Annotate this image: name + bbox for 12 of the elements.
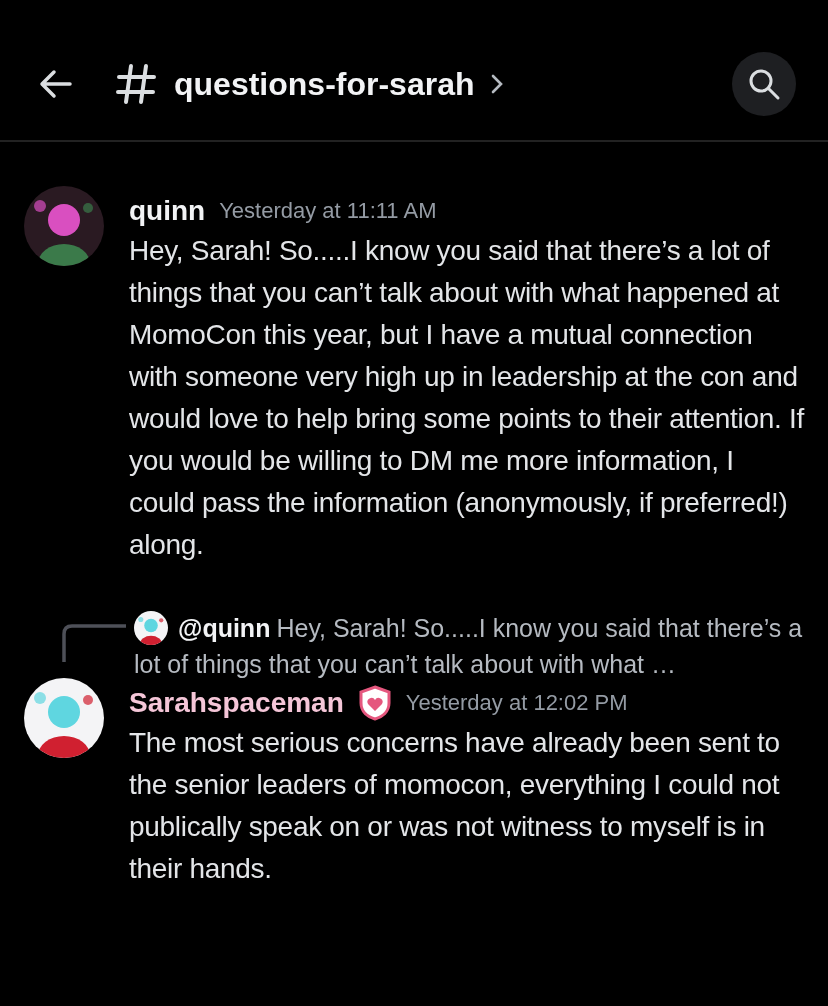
channel-name[interactable]: questions-for-sarah xyxy=(174,65,475,103)
search-icon xyxy=(747,67,781,101)
timestamp: Yesterday at 11:11 AM xyxy=(219,198,437,224)
reply-preview[interactable]: @quinn Hey, Sarah! So.....I know you said that there’s a lot of things that you can’t talk about with what … xyxy=(134,610,804,682)
author-name[interactable]: quinn xyxy=(129,195,206,227)
timestamp: Yesterday at 12:02 PM xyxy=(405,690,628,716)
reply-avatar xyxy=(134,611,168,645)
message-text: Hey, Sarah! So.....I know you said that there’s a lot of things that you can’t talk about with what happened at MomoCon this year, but I have a mutual connection with someone very high up in leadership at the con and would love to help bring some points to their attention. If you would be willing to DM me more information, I could pass the information (anonymously, if preferred!) along. xyxy=(129,234,804,562)
hash-icon xyxy=(114,62,158,106)
message-text: The most serious concerns have already been sent to the senior leaders of momocon, everything I could not publically speak on or was not witness to myself is in their hands. xyxy=(129,726,781,886)
author-name[interactable]: Sarahspaceman xyxy=(129,687,344,719)
reply-connector xyxy=(62,624,126,662)
